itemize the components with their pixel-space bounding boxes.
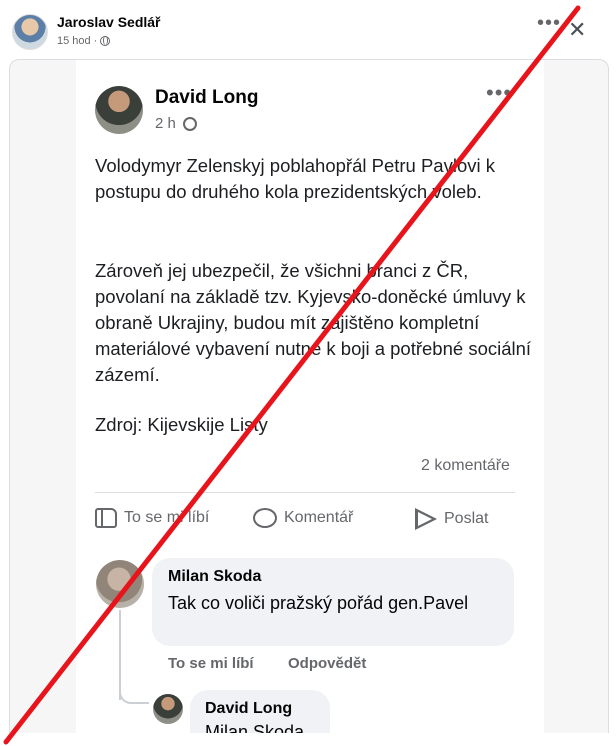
- image-share-label: Poslat: [444, 510, 489, 527]
- image-author-name: David Long: [155, 87, 259, 108]
- image-author-avatar: [95, 86, 143, 134]
- image-share-action: Poslat: [415, 508, 488, 530]
- post-header: Jaroslav Sedlář 15 hod · ••• ✕: [0, 0, 616, 60]
- post-time[interactable]: 15 hod: [57, 35, 91, 47]
- image-paragraph-2: Zároveň jej ubezpečil, že všichni branci…: [95, 260, 532, 385]
- more-options-icon[interactable]: •••: [537, 13, 561, 33]
- globe-icon: [100, 36, 111, 46]
- image-comment-action: Komentář: [253, 508, 353, 528]
- avatar[interactable]: [12, 14, 48, 50]
- image-like-label: To se mi líbí: [124, 509, 210, 526]
- comment-like-link: To se mi líbí: [168, 655, 254, 672]
- post-meta: 15 hod ·: [57, 35, 111, 47]
- image-source-line: Zdroj: Kijevskije Listy: [95, 414, 268, 435]
- image-post-meta: 2 h: [155, 115, 197, 132]
- comment-author: Milan Skoda: [168, 568, 262, 585]
- image-paragraph-1: Volodymyr Zelenskyj poblahopřál Petru Pa…: [95, 155, 495, 202]
- image-divider: [95, 492, 515, 493]
- reply-author: David Long: [205, 700, 293, 717]
- comment-reply-link: Odpovědět: [288, 655, 367, 672]
- image-more-icon: •••: [486, 80, 513, 105]
- image-post-time: 2 h: [155, 115, 176, 132]
- comment-icon: [253, 508, 277, 528]
- audience-icon: [182, 116, 197, 131]
- thread-connector: [119, 680, 149, 704]
- bottom-edge: [0, 733, 616, 746]
- meta-separator: ·: [93, 35, 98, 47]
- author-name[interactable]: Jaroslav Sedlář: [57, 14, 161, 30]
- comment-text: Tak co voliči pražský pořád gen.Pavel: [168, 593, 469, 613]
- reply-avatar: [153, 694, 183, 724]
- comment-avatar: [96, 560, 144, 608]
- image-like-action: To se mi líbí: [95, 508, 209, 528]
- image-comment-count: 2 komentáře: [421, 457, 510, 474]
- image-comment-label: Komentář: [284, 509, 354, 526]
- thumbs-up-icon: [95, 508, 117, 528]
- send-icon: [415, 508, 437, 530]
- close-icon[interactable]: ✕: [568, 17, 586, 43]
